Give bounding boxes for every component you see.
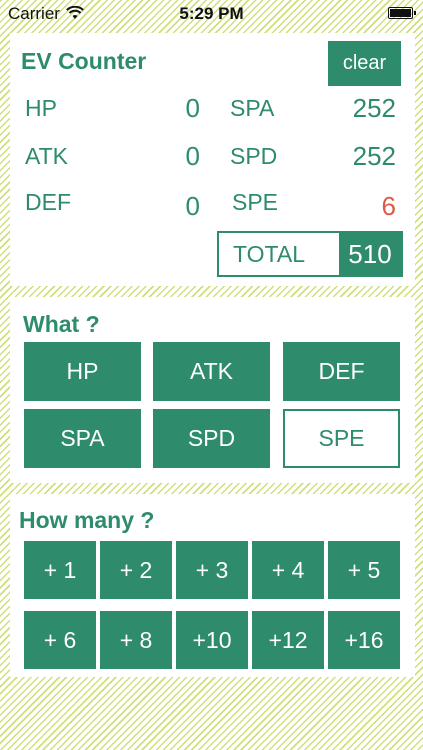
- add-3-button[interactable]: + 3: [176, 541, 248, 599]
- stat-label-hp: HP: [25, 95, 57, 121]
- stat-value-hp: 0: [185, 93, 200, 123]
- what-title: What ?: [23, 311, 100, 337]
- how-many-title: How many ?: [19, 507, 155, 533]
- stat-label-def: DEF: [25, 189, 71, 215]
- ev-counter-panel: EV Counter clear HP 0 ATK 0 DEF 0 SPA 25…: [10, 33, 415, 286]
- stat-select-hp[interactable]: HP: [24, 342, 141, 401]
- stat-label-spa: SPA: [230, 95, 275, 121]
- add-10-button[interactable]: +10: [176, 611, 248, 669]
- add-2-button[interactable]: + 2: [100, 541, 172, 599]
- stat-select-spe[interactable]: SPE: [283, 409, 400, 468]
- stat-label-spd: SPD: [230, 143, 278, 169]
- clear-button[interactable]: clear: [328, 41, 401, 86]
- stat-select-def[interactable]: DEF: [283, 342, 400, 401]
- add-6-button[interactable]: + 6: [24, 611, 96, 669]
- stat-value-atk: 0: [185, 141, 200, 171]
- status-time: 5:29 PM: [179, 4, 244, 23]
- stat-value-spe: 6: [381, 191, 396, 221]
- stat-select-spd[interactable]: SPD: [153, 409, 270, 468]
- total-label: TOTAL: [233, 241, 305, 267]
- stat-value-spa: 252: [352, 93, 396, 123]
- total-box: TOTAL 510: [217, 231, 403, 277]
- stat-value-def: 0: [185, 191, 200, 221]
- stat-select-atk[interactable]: ATK: [153, 342, 270, 401]
- total-value: 510: [339, 233, 401, 275]
- status-bar: Carrier 5:29 PM: [0, 0, 423, 28]
- stat-label-atk: ATK: [25, 143, 69, 169]
- add-1-button[interactable]: + 1: [24, 541, 96, 599]
- add-8-button[interactable]: + 8: [100, 611, 172, 669]
- ev-counter-title: EV Counter: [21, 48, 147, 74]
- add-16-button[interactable]: +16: [328, 611, 400, 669]
- add-12-button[interactable]: +12: [252, 611, 324, 669]
- stat-select-spa[interactable]: SPA: [24, 409, 141, 468]
- add-5-button[interactable]: + 5: [328, 541, 400, 599]
- add-4-button[interactable]: + 4: [252, 541, 324, 599]
- stat-value-spd: 252: [352, 141, 396, 171]
- stat-label-spe: SPE: [232, 189, 279, 215]
- what-panel: What ? HP ATK DEF SPA SPD SPE: [10, 297, 415, 483]
- battery-icon: [388, 7, 416, 19]
- how-many-panel: How many ? + 1 + 2 + 3 + 4 + 5 + 6 + 8 +…: [10, 494, 415, 677]
